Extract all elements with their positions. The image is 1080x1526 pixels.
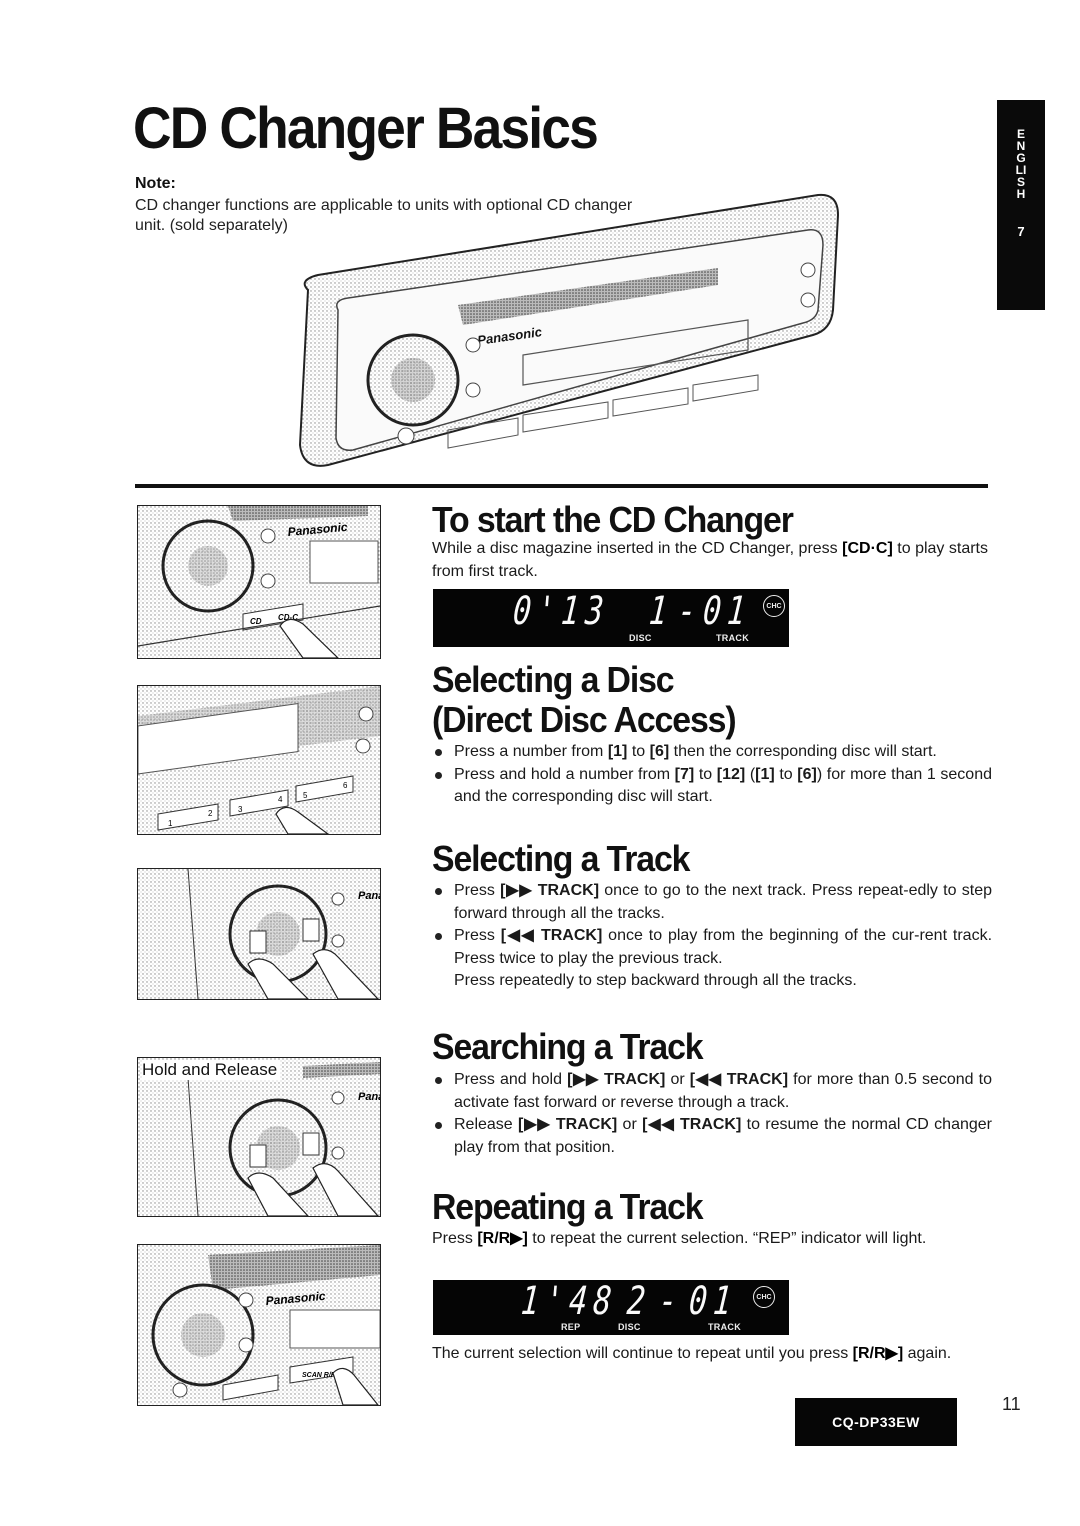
car-stereo-illustration: Panasonic bbox=[298, 193, 840, 467]
step1-cd-label: CD bbox=[250, 617, 262, 626]
heading-start-cd-changer: To start the CD Changer bbox=[432, 499, 794, 540]
hold-release-illustration: Hold and Release Pana bbox=[137, 1057, 381, 1217]
key-cd-c: [CD·C] bbox=[842, 540, 893, 557]
list-item: Release [▶▶ TRACK] or [◀◀ TRACK] to resu… bbox=[432, 1114, 992, 1159]
heading-selecting-track: Selecting a Track bbox=[432, 838, 690, 879]
model-badge: CQ-DP33EW bbox=[795, 1398, 957, 1446]
lcd-track: 01 bbox=[701, 589, 754, 635]
list-item: Press [▶▶ TRACK] once to go to the next … bbox=[432, 880, 992, 925]
page-number: 11 bbox=[1002, 1394, 1021, 1414]
language-label: ENGLISH bbox=[1015, 127, 1027, 201]
lcd-dash: - bbox=[676, 589, 705, 635]
page-title: CD Changer Basics bbox=[133, 96, 599, 161]
language-tab: ENGLISH 7 bbox=[997, 100, 1045, 310]
heading-repeating-track: Repeating a Track bbox=[432, 1186, 704, 1227]
step4-brand: Pana bbox=[358, 1091, 380, 1103]
list-item: Press [◀◀ TRACK] once to play from the b… bbox=[432, 925, 992, 970]
lcd-dash: - bbox=[657, 1280, 686, 1325]
lcd-track-indicator: TRACK bbox=[708, 1322, 741, 1332]
cd-c-button-illustration: Panasonic CD CD-C bbox=[137, 505, 381, 659]
note-label: Note: bbox=[135, 175, 176, 192]
scan-rr-button-illustration: Panasonic SCAN R/R ▸ bbox=[137, 1244, 381, 1406]
lcd-display-repeat: 1'48 2 - 01 REP DISC TRACK CHC bbox=[433, 1280, 789, 1335]
track-buttons-illustration: Pana bbox=[137, 868, 381, 1000]
btn-6: 6 bbox=[343, 781, 348, 790]
chc-badge-icon: CHC bbox=[753, 1286, 775, 1308]
btn-4: 4 bbox=[278, 795, 283, 804]
lcd-disc-indicator: DISC bbox=[618, 1322, 641, 1332]
lcd-display-start: 0'13 1 - 01 DISC TRACK CHC bbox=[433, 589, 789, 647]
repeat-continue-text: The current selection will continue to r… bbox=[432, 1345, 952, 1362]
number-buttons-illustration: 1 2 3 4 5 6 bbox=[137, 685, 381, 835]
list-item: Press and hold [▶▶ TRACK] or [◀◀ TRACK] … bbox=[432, 1069, 992, 1114]
list-item: Press and hold a number from [7] to [12]… bbox=[432, 764, 992, 809]
lcd-disc-indicator: DISC bbox=[629, 633, 652, 643]
key-r-r-again: [R/R▶] bbox=[852, 1345, 904, 1362]
btn-3: 3 bbox=[238, 805, 243, 814]
btn-2: 2 bbox=[208, 809, 213, 818]
repeat-instructions: Press [R/R▶] to repeat the current selec… bbox=[432, 1230, 927, 1247]
lcd-time: 0'13 bbox=[511, 589, 612, 635]
section-divider bbox=[135, 484, 988, 488]
hold-release-label: Hold and Release bbox=[142, 1060, 281, 1080]
lcd-disc: 2 bbox=[625, 1280, 654, 1325]
key-r-r: [R/R▶] bbox=[477, 1230, 528, 1247]
lcd-rep-indicator: REP bbox=[561, 1322, 581, 1332]
section-number: 7 bbox=[1017, 224, 1025, 239]
list-item: Press a number from [1] to [6] then the … bbox=[432, 741, 992, 764]
select-disc-list: Press a number from [1] to [6] then the … bbox=[432, 741, 992, 809]
lcd-track-indicator: TRACK bbox=[716, 633, 749, 643]
search-track-list: Press and hold [▶▶ TRACK] or [◀◀ TRACK] … bbox=[432, 1069, 992, 1159]
select-track-list: Press [▶▶ TRACK] once to go to the next … bbox=[432, 880, 992, 993]
lcd-track: 01 bbox=[687, 1280, 740, 1325]
start-instructions: While a disc magazine inserted in the CD… bbox=[432, 540, 988, 580]
btn-5: 5 bbox=[303, 791, 308, 800]
chc-badge-icon: CHC bbox=[763, 595, 785, 617]
heading-selecting-disc: Selecting a Disc bbox=[432, 659, 675, 700]
step3-brand: Pana bbox=[358, 890, 380, 902]
heading-searching-track: Searching a Track bbox=[432, 1026, 704, 1067]
lcd-time: 1'48 bbox=[519, 1280, 620, 1325]
lcd-disc: 1 bbox=[647, 589, 676, 635]
select-track-continuation: Press repeatedly to step backward throug… bbox=[454, 972, 857, 989]
heading-direct-disc-access: (Direct Disc Access) bbox=[432, 699, 737, 740]
btn-1: 1 bbox=[168, 819, 173, 828]
